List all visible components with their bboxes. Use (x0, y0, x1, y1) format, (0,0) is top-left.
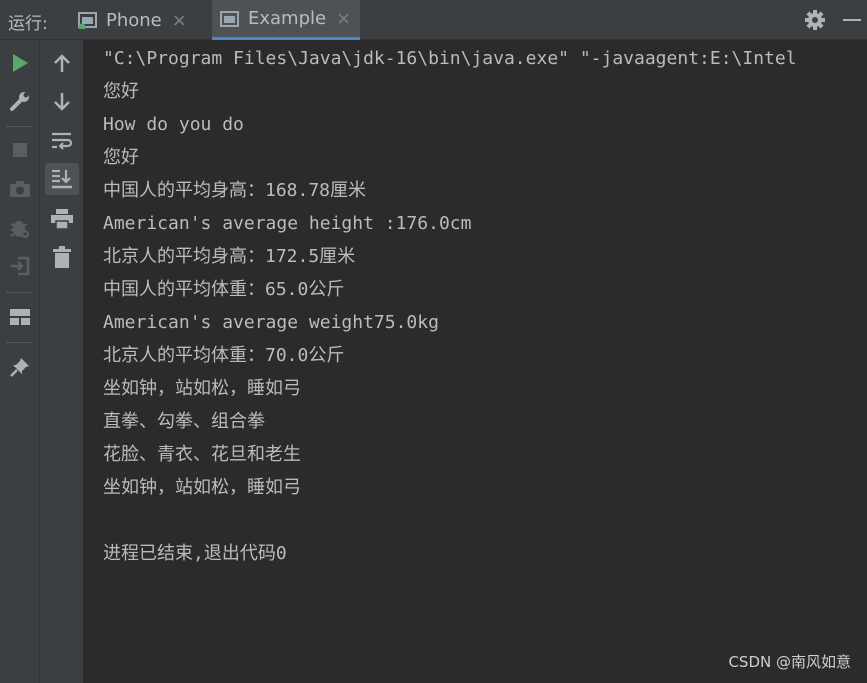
tab-example[interactable]: Example × (212, 0, 360, 40)
console-line: American's average weight75.0kg (103, 312, 439, 333)
console-line: 北京人的平均体重：70.0公斤 (103, 345, 345, 366)
toolbar-divider (6, 342, 32, 343)
trash-icon[interactable] (51, 246, 73, 268)
console-line: "C:\Program Files\Java\jdk-16\bin\java.e… (103, 48, 797, 69)
run-label: 运行: (8, 14, 48, 34)
console-line: 直拳、勾拳、组合拳 (103, 411, 265, 432)
tab-label: Phone (106, 9, 162, 31)
run-toolbar (0, 40, 40, 683)
wrench-icon[interactable] (9, 90, 31, 112)
console-line: 中国人的平均身高：168.78厘米 (103, 180, 367, 201)
console-line: 坐如钟，站如松，睡如弓 (103, 378, 301, 399)
camera-icon[interactable] (8, 178, 32, 200)
console-line: 您好 (103, 147, 139, 168)
soft-wrap-icon[interactable] (51, 130, 73, 152)
gear-icon[interactable] (804, 9, 826, 35)
print-icon[interactable] (51, 208, 73, 230)
scroll-to-end-icon[interactable] (45, 163, 79, 195)
console-line: 坐如钟，站如松，睡如弓 (103, 477, 301, 498)
console-line: 中国人的平均体重：65.0公斤 (103, 279, 345, 300)
layout-icon[interactable] (8, 307, 32, 327)
close-icon[interactable]: × (172, 10, 187, 31)
console-line: American's average height :176.0cm (103, 213, 472, 234)
arrow-up-icon[interactable] (51, 52, 73, 74)
arrow-down-icon[interactable] (51, 91, 73, 113)
stop-icon[interactable] (9, 139, 31, 161)
minimize-icon[interactable] (843, 19, 861, 21)
tab-phone[interactable]: Phone × (70, 0, 198, 40)
console-toolbar (40, 40, 84, 683)
console-icon (220, 10, 240, 28)
toolbar-divider (6, 126, 32, 127)
run-icon[interactable] (9, 52, 31, 74)
console-icon (78, 11, 98, 29)
tab-label: Example (248, 8, 327, 29)
console-line: 您好 (103, 81, 139, 102)
console-line: How do you do (103, 114, 244, 135)
toolbar-divider (6, 292, 32, 293)
console-line: 北京人的平均身高：172.5厘米 (103, 246, 356, 267)
login-icon[interactable] (8, 254, 32, 278)
pin-icon[interactable] (8, 355, 32, 379)
watermark: CSDN @南风如意 (728, 653, 851, 671)
console-line: 花脸、青衣、花旦和老生 (103, 444, 301, 465)
tool-window-header: 运行: Phone × Example × (0, 0, 867, 40)
console-line: 进程已结束,退出代码0 (103, 543, 287, 564)
console-output[interactable]: "C:\Program Files\Java\jdk-16\bin\java.e… (84, 40, 867, 683)
bug-settings-icon[interactable] (8, 217, 32, 241)
close-icon[interactable]: × (336, 8, 351, 29)
